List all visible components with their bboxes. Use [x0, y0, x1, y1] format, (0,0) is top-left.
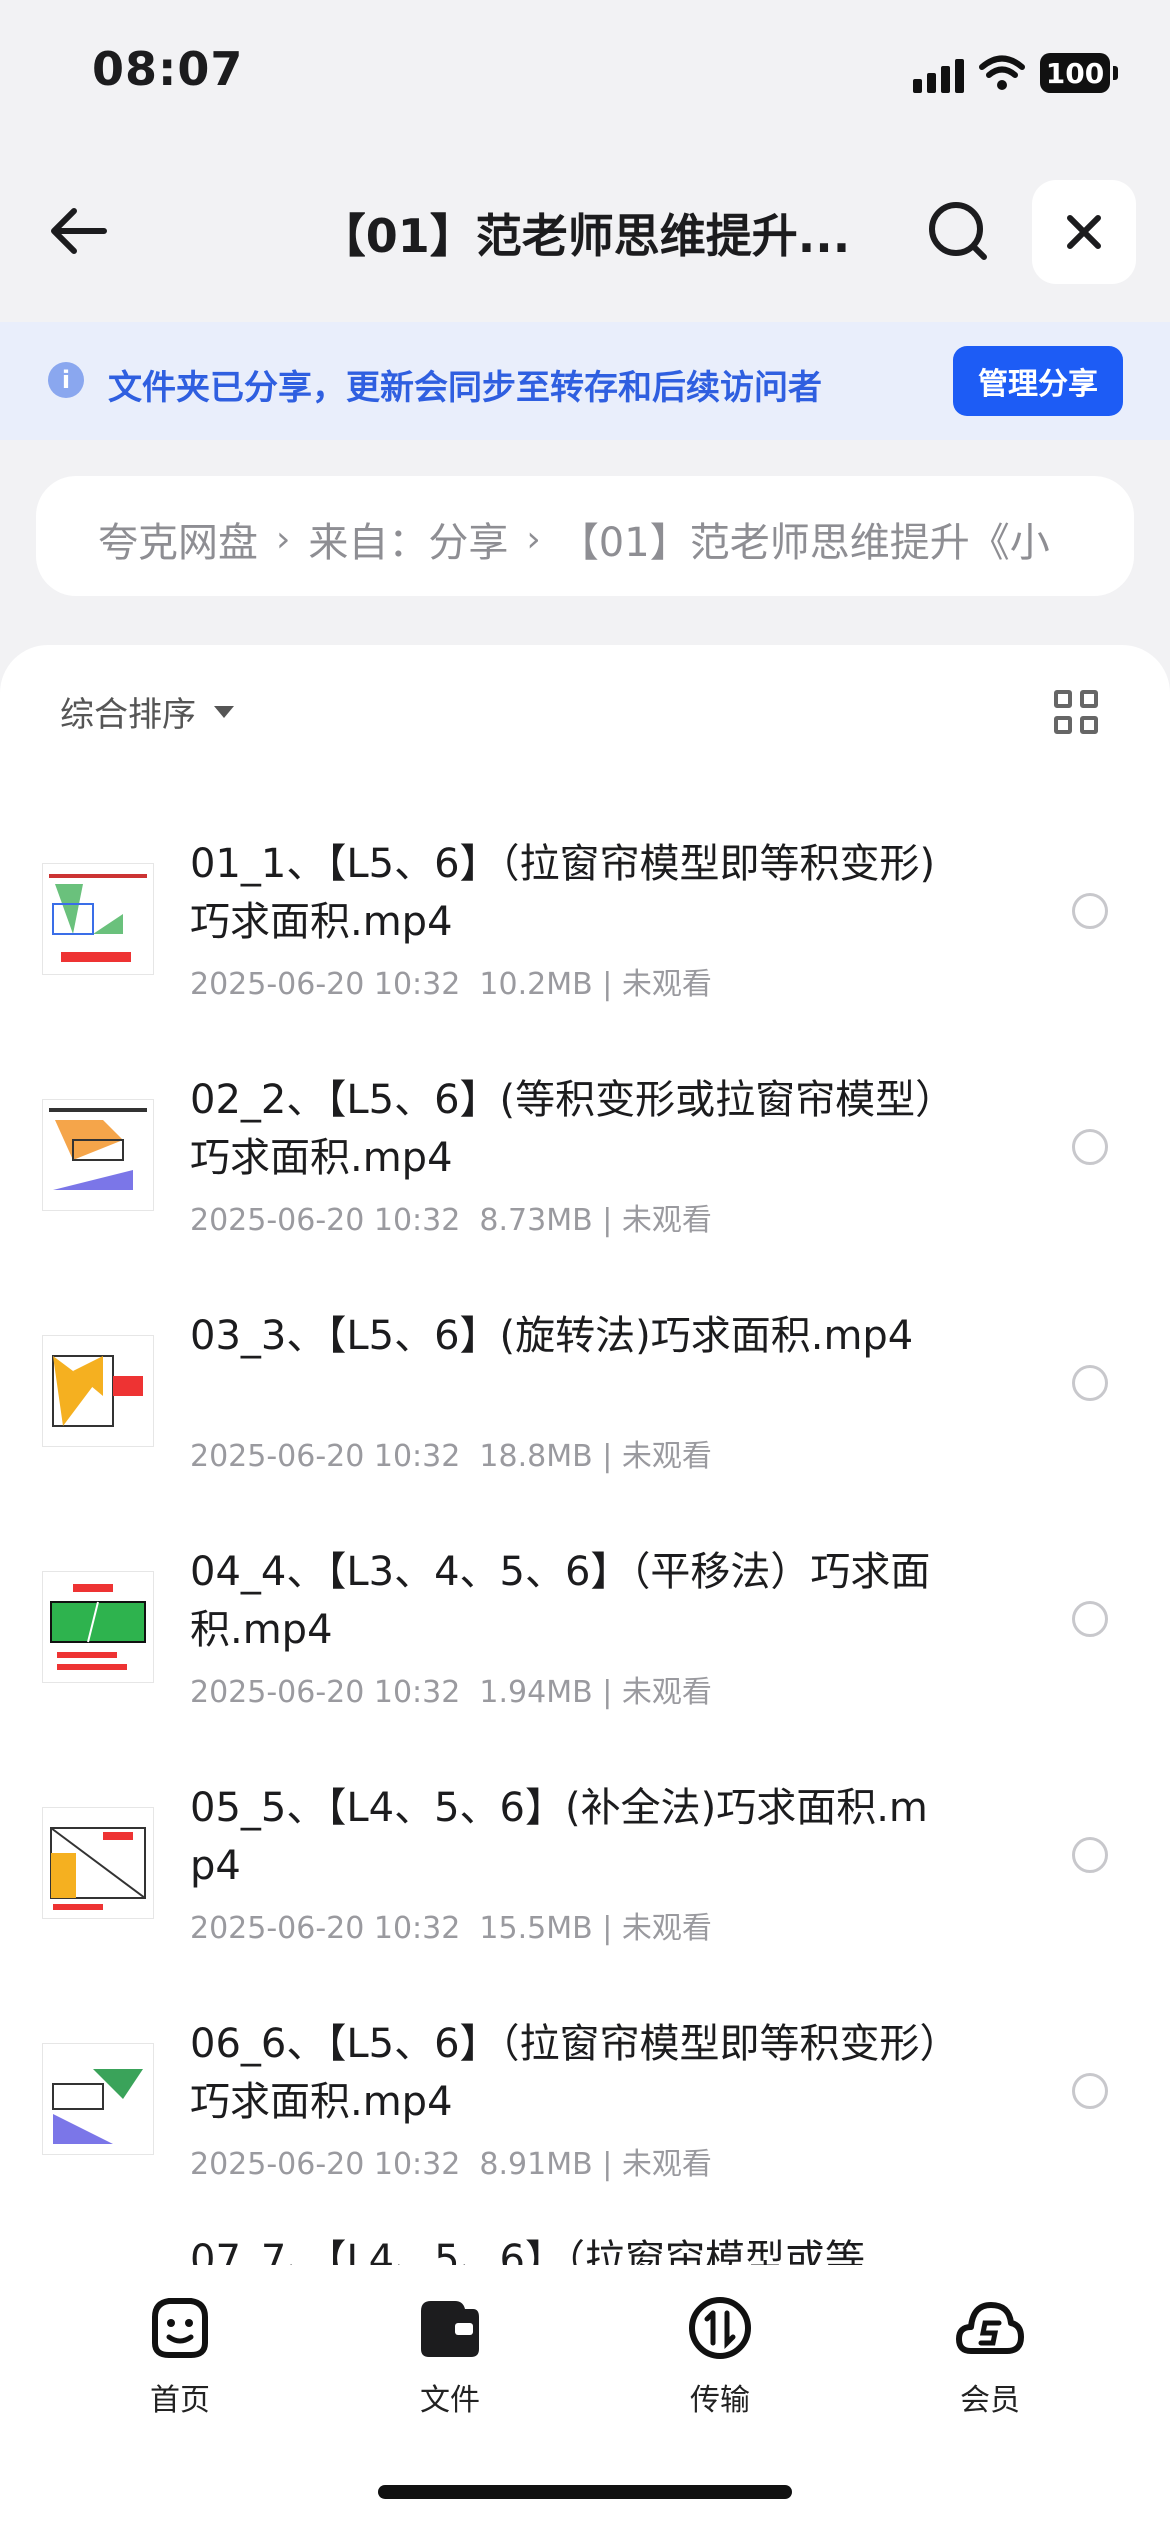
- select-radio[interactable]: [1072, 1129, 1108, 1165]
- file-date: 2025-06-20 10:32: [190, 2147, 461, 2182]
- select-radio[interactable]: [1072, 1837, 1108, 1873]
- video-thumbnail: [42, 1571, 154, 1683]
- status-icons: 100: [913, 48, 1118, 98]
- select-radio[interactable]: [1072, 1365, 1108, 1401]
- sort-label: 综合排序: [60, 695, 196, 735]
- breadcrumb: 夸克网盘 › 来自：分享 › 【01】范老师思维提升《小: [36, 476, 1134, 596]
- search-icon[interactable]: [922, 195, 994, 267]
- file-row[interactable]: 05_5、【L4、5、6】(补全法)巧求面积.mp4 2025-06-20 10…: [0, 1769, 1170, 2005]
- tab-label: 会员: [960, 2383, 1020, 2418]
- sort-dropdown[interactable]: 综合排序: [60, 687, 234, 736]
- close-icon: [1067, 215, 1101, 249]
- file-size: 8.91MB: [479, 2147, 593, 2182]
- chevron-right-icon: ›: [276, 518, 291, 560]
- grid-view-icon[interactable]: [1054, 690, 1100, 736]
- file-name: 03_3、【L5、6】(旋转法)巧求面积.mp4: [190, 1313, 914, 1359]
- file-meta: 2025-06-20 10:32 1.94MB | 未观看: [190, 1675, 712, 1710]
- breadcrumb-item-shared[interactable]: 来自：分享: [308, 510, 508, 568]
- breadcrumb-item-root[interactable]: 夸克网盘: [98, 510, 258, 568]
- watch-status: 未观看: [621, 1439, 712, 1474]
- file-size: 8.73MB: [479, 1203, 593, 1238]
- status-bar: 08:07 100: [0, 0, 1170, 150]
- video-thumbnail: [42, 1335, 154, 1447]
- cellular-signal-icon: [913, 53, 964, 93]
- tab-label: 文件: [420, 2383, 480, 2418]
- tab-transfer[interactable]: 传输: [630, 2293, 810, 2419]
- file-meta: 2025-06-20 10:32 8.91MB | 未观看: [190, 2147, 712, 2182]
- info-icon: i: [48, 362, 84, 398]
- file-name: 01_1、【L5、6】（拉窗帘模型即等积变形)巧求面积.mp4: [190, 841, 936, 945]
- status-time: 08:07: [92, 42, 244, 96]
- tab-label: 首页: [150, 2383, 210, 2418]
- wifi-icon: [979, 55, 1025, 90]
- watch-status: 未观看: [621, 2147, 712, 2182]
- video-thumbnail: [42, 1099, 154, 1211]
- transfer-icon: [689, 2297, 751, 2359]
- file-meta: 2025-06-20 10:32 15.5MB | 未观看: [190, 1911, 712, 1946]
- tab-member[interactable]: 会员: [900, 2293, 1080, 2419]
- video-thumbnail: [42, 1807, 154, 1919]
- page-title: 【01】范老师思维提升...: [319, 209, 851, 263]
- file-name: 06_6、【L5、6】（拉窗帘模型即等积变形）巧求面积.mp4: [190, 2021, 940, 2125]
- select-radio[interactable]: [1072, 1601, 1108, 1637]
- file-row[interactable]: 01_1、【L5、6】（拉窗帘模型即等积变形)巧求面积.mp4 2025-06-…: [0, 825, 1170, 1061]
- file-size: 18.8MB: [479, 1439, 593, 1474]
- file-name-partial[interactable]: 07_7、【L4、5、6】（拉窗帘模型或等: [190, 2227, 865, 2265]
- file-date: 2025-06-20 10:32: [190, 1439, 461, 1474]
- watch-status: 未观看: [621, 1675, 712, 1710]
- file-row[interactable]: 02_2、【L5、6】(等积变形或拉窗帘模型）巧求面积.mp4 2025-06-…: [0, 1061, 1170, 1297]
- tab-files[interactable]: 文件: [360, 2293, 540, 2419]
- file-list-card: 综合排序 01_1、【L5、6】（拉窗帘模型即等积变形)巧求面积.mp4 202…: [0, 645, 1170, 2265]
- file-date: 2025-06-20 10:32: [190, 1911, 461, 1946]
- file-row[interactable]: 06_6、【L5、6】（拉窗帘模型即等积变形）巧求面积.mp4 2025-06-…: [0, 2005, 1170, 2241]
- file-date: 2025-06-20 10:32: [190, 1675, 461, 1710]
- tab-label: 传输: [690, 2383, 750, 2418]
- watch-status: 未观看: [621, 1203, 712, 1238]
- smile-face-icon: [152, 2298, 208, 2358]
- battery-icon: 100: [1040, 53, 1118, 93]
- file-name: 02_2、【L5、6】(等积变形或拉窗帘模型）巧求面积.mp4: [190, 1077, 936, 1181]
- file-size: 15.5MB: [479, 1911, 593, 1946]
- file-row[interactable]: 04_4、【L3、4、5、6】（平移法）巧求面积.mp4 2025-06-20 …: [0, 1533, 1170, 1769]
- caret-down-icon: [214, 705, 234, 718]
- select-radio[interactable]: [1072, 893, 1108, 929]
- tab-home[interactable]: 首页: [90, 2293, 270, 2419]
- home-indicator: [378, 2485, 792, 2499]
- share-message: 文件夹已分享，更新会同步至转存和后续访问者: [108, 368, 822, 408]
- file-date: 2025-06-20 10:32: [190, 967, 461, 1002]
- file-name: 04_4、【L3、4、5、6】（平移法）巧求面积.mp4: [190, 1549, 931, 1653]
- share-banner: i 文件夹已分享，更新会同步至转存和后续访问者 管理分享: [0, 322, 1170, 440]
- video-thumbnail: [42, 863, 154, 975]
- file-meta: 2025-06-20 10:32 18.8MB | 未观看: [190, 1439, 712, 1474]
- file-name: 05_5、【L4、5、6】(补全法)巧求面积.mp4: [190, 1785, 928, 1889]
- watch-status: 未观看: [621, 1911, 712, 1946]
- chevron-right-icon: ›: [526, 518, 541, 560]
- close-button[interactable]: [1032, 180, 1136, 284]
- cloud-member-icon: [956, 2302, 1024, 2354]
- folder-icon: [421, 2301, 479, 2357]
- file-size: 1.94MB: [479, 1675, 593, 1710]
- file-row[interactable]: 03_3、【L5、6】(旋转法)巧求面积.mp4 2025-06-20 10:3…: [0, 1297, 1170, 1533]
- nav-bar: 【01】范老师思维提升...: [0, 170, 1170, 290]
- file-size: 10.2MB: [479, 967, 593, 1002]
- video-thumbnail: [42, 2043, 154, 2155]
- file-meta: 2025-06-20 10:32 8.73MB | 未观看: [190, 1203, 712, 1238]
- back-arrow-icon[interactable]: [44, 195, 116, 267]
- file-date: 2025-06-20 10:32: [190, 1203, 461, 1238]
- manage-share-button[interactable]: 管理分享: [953, 346, 1123, 416]
- breadcrumb-item-current[interactable]: 【01】范老师思维提升《小: [559, 510, 1050, 568]
- select-radio[interactable]: [1072, 2073, 1108, 2109]
- file-meta: 2025-06-20 10:32 10.2MB | 未观看: [190, 967, 712, 1002]
- watch-status: 未观看: [621, 967, 712, 1002]
